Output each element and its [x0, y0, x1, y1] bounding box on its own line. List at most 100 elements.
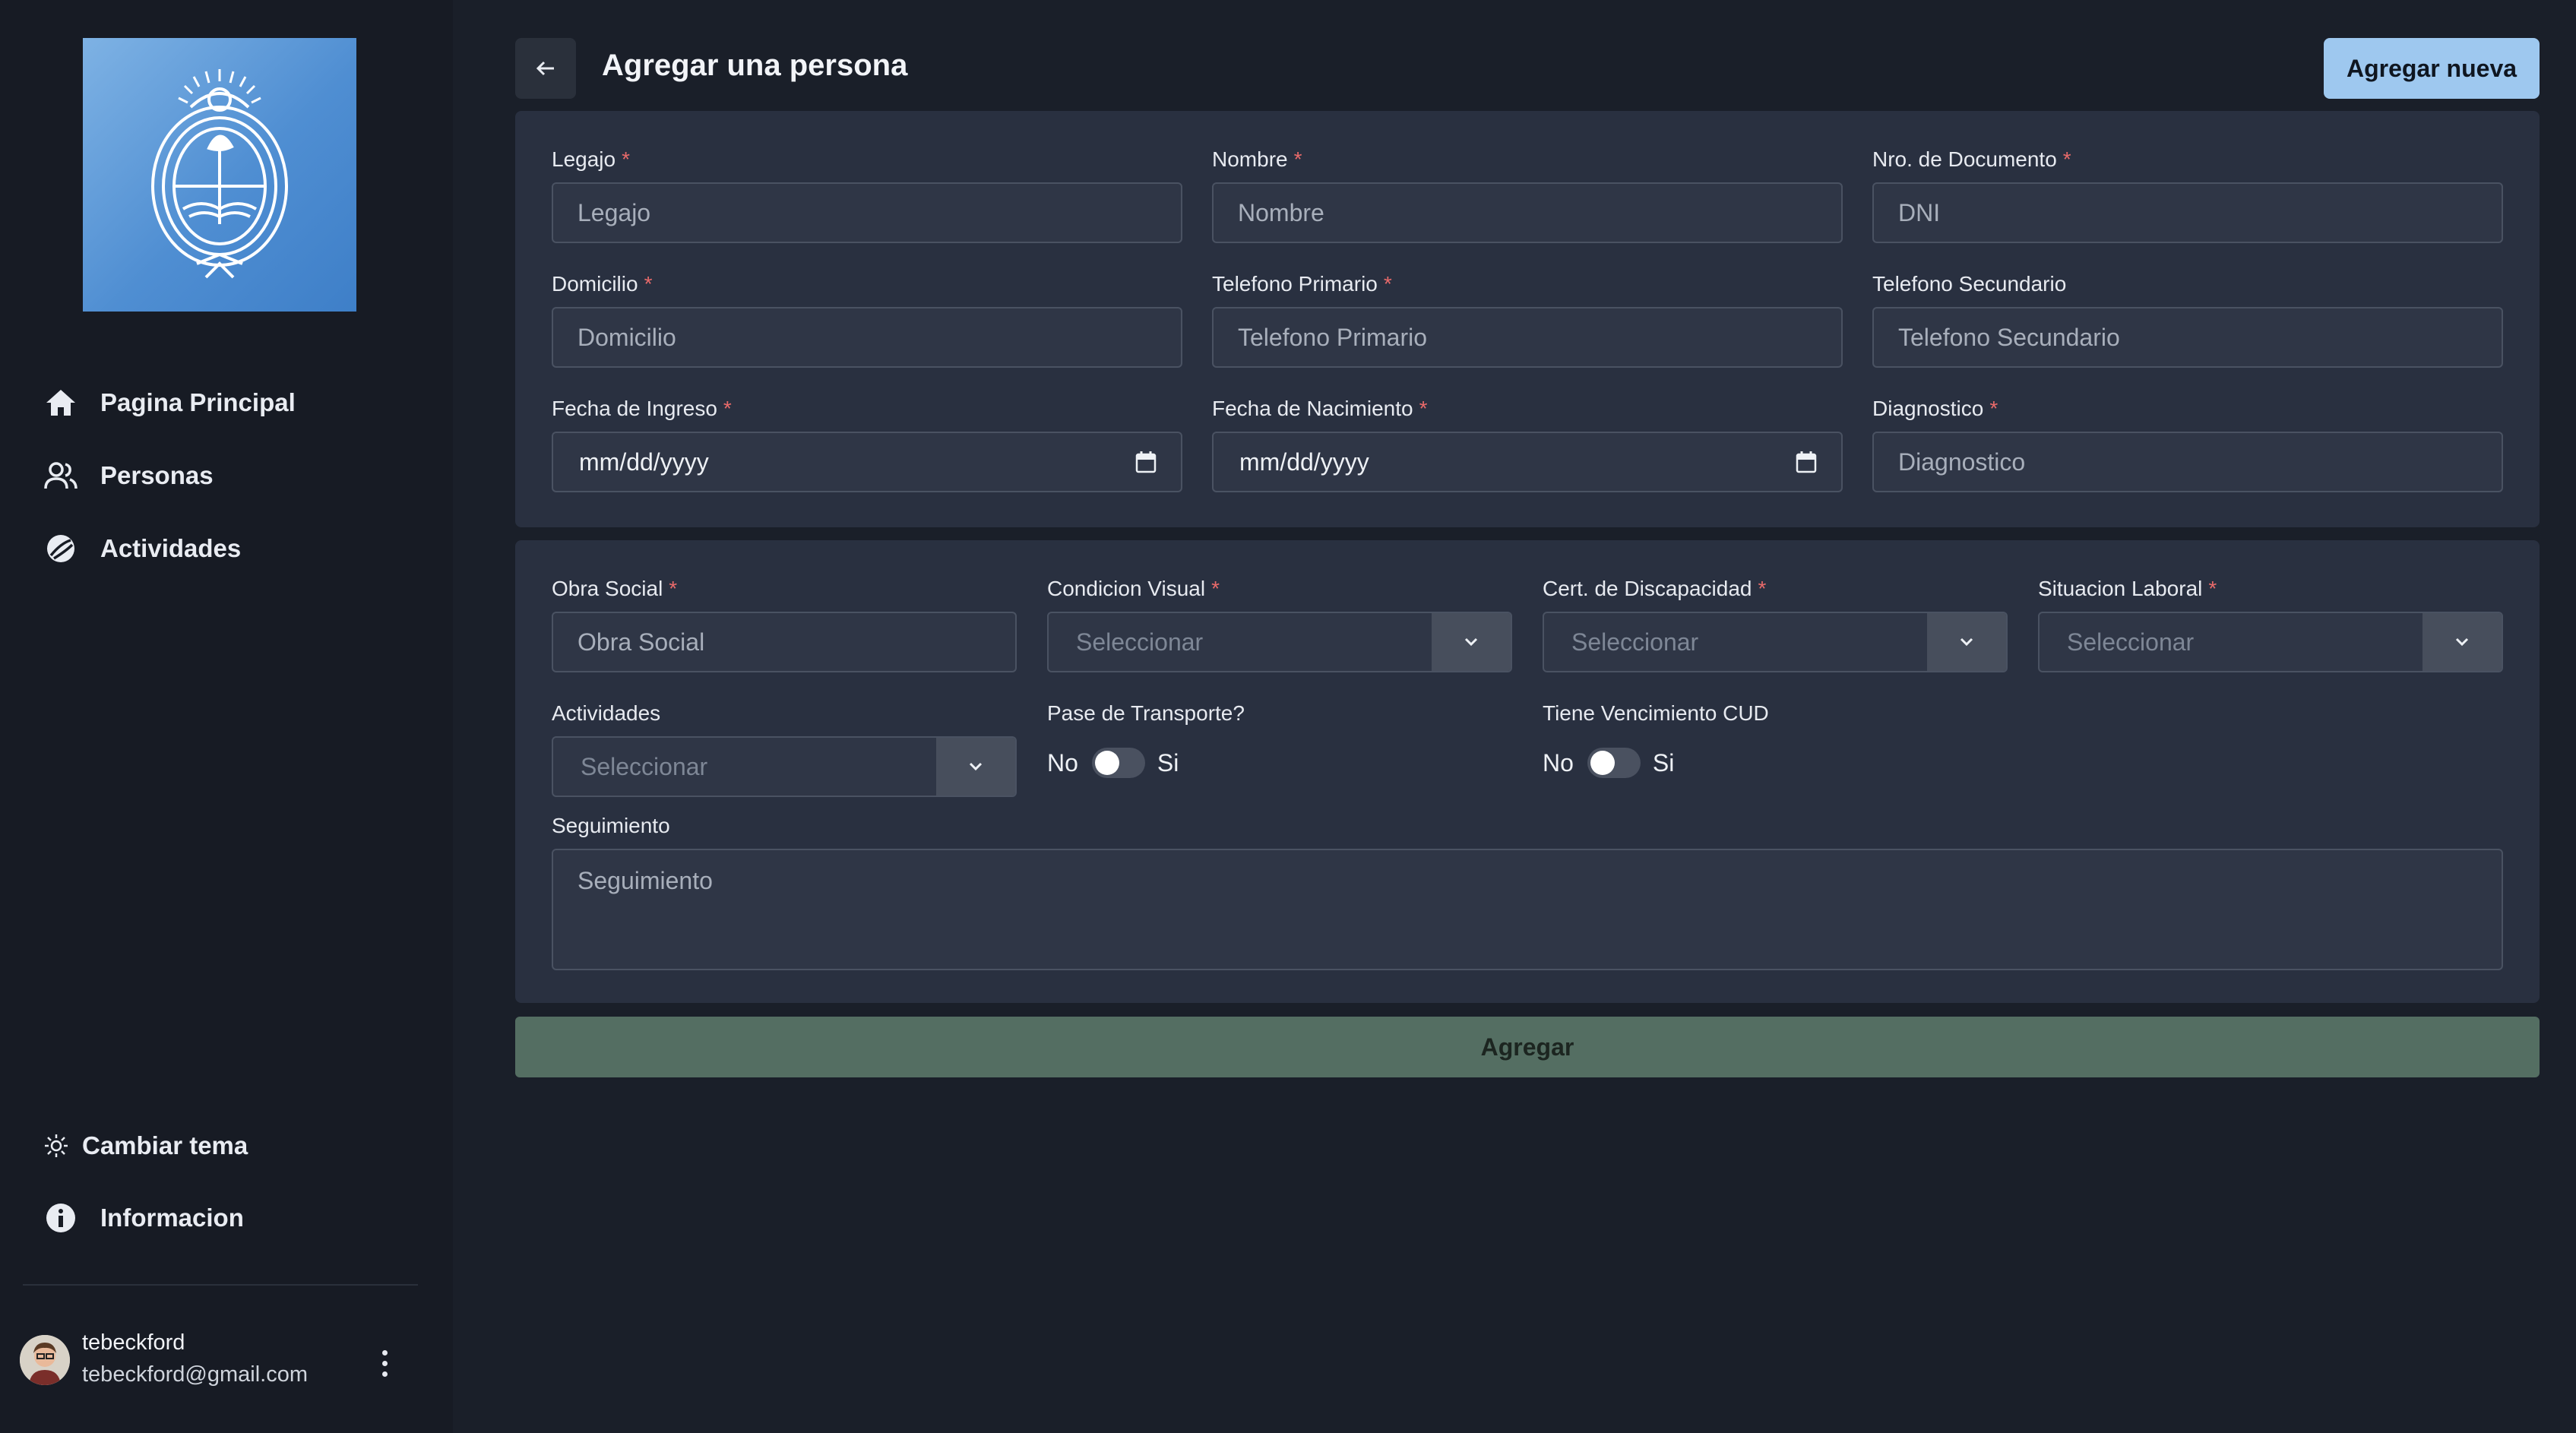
fecha-ingreso-field: Fecha de Ingreso * mm/dd/yyyy [552, 395, 1182, 492]
field-label: Obra Social * [552, 577, 678, 600]
seguimiento-textarea[interactable] [552, 849, 2503, 970]
nav-actividades[interactable]: Actividades [43, 526, 241, 571]
select-value: Seleccionar [2067, 628, 2195, 656]
user-name: tebeckford [82, 1330, 185, 1355]
avatar[interactable] [20, 1335, 70, 1385]
users-icon [43, 457, 79, 494]
user-profile: tebeckford tebeckford@gmail.com [20, 1326, 430, 1402]
additional-info-card: Obra Social* Condicion Visual* Seleccion… [515, 540, 2540, 1003]
nav-label: Informacion [100, 1204, 244, 1232]
situacion-laboral-select[interactable]: Seleccionar [2038, 612, 2503, 672]
telefono-primario-field: Telefono Primario * [1212, 270, 1843, 368]
field-label: Fecha de Ingreso * [552, 397, 732, 420]
cert-discapacidad-select[interactable]: Seleccionar [1543, 612, 2008, 672]
sidebar: Pagina Principal Personas Actividades Ca… [0, 0, 453, 1433]
sidebar-divider [23, 1284, 418, 1286]
page-title: Agregar una persona [602, 49, 908, 82]
home-icon [43, 384, 79, 421]
toggle-on-label: Si [1157, 748, 1179, 777]
more-options-icon[interactable] [369, 1344, 400, 1382]
sun-icon [43, 1128, 70, 1164]
cambiar-tema-button[interactable]: Cambiar tema [43, 1123, 248, 1169]
pase-transporte-field: Pase de Transporte? No Si [1047, 700, 1512, 782]
situacion-laboral-field: Situacion Laboral * Seleccionar [2038, 575, 2503, 672]
field-label: Diagnostico * [1872, 397, 1998, 420]
nav-label: Pagina Principal [100, 388, 296, 416]
date-value: mm/dd/yyyy [579, 448, 709, 476]
legajo-field: Legajo * [552, 146, 1182, 243]
chevron-down-icon[interactable] [1432, 613, 1511, 671]
vencimiento-cud-toggle[interactable] [1587, 748, 1641, 778]
calendar-icon[interactable] [1796, 451, 1817, 473]
arrow-left-icon [536, 61, 554, 76]
info-icon [43, 1200, 79, 1236]
vencimiento-cud-toggle-row: No Si [1543, 744, 2008, 782]
nav-label: Actividades [100, 534, 242, 562]
coat-of-arms-icon [151, 69, 288, 279]
field-label: Nro. de Documento * [1872, 147, 2071, 171]
condicion-visual-select[interactable]: Seleccionar [1047, 612, 1512, 672]
telefono-secundario-input[interactable] [1872, 307, 2503, 368]
toggle-off-label: No [1047, 748, 1078, 777]
coat-of-arms-logo[interactable] [83, 38, 356, 312]
field-label: Telefono Primario * [1212, 272, 1392, 296]
agregar-nueva-button[interactable]: Agregar nueva [2324, 38, 2540, 99]
vencimiento-cud-field: Tiene Vencimiento CUD No Si [1543, 700, 2008, 782]
seguimiento-field: Seguimiento [552, 812, 2503, 974]
diagnostico-input[interactable] [1872, 432, 2503, 492]
nombre-field: Nombre * [1212, 146, 1843, 243]
telefono-secundario-field: Telefono Secundario [1872, 270, 2503, 368]
nav-label: Personas [100, 461, 214, 489]
fecha-ingreso-input[interactable]: mm/dd/yyyy [552, 432, 1182, 492]
date-value: mm/dd/yyyy [1239, 448, 1369, 476]
nav-pagina-principal[interactable]: Pagina Principal [43, 380, 296, 425]
telefono-primario-input[interactable] [1212, 307, 1843, 368]
nav-label: Cambiar tema [82, 1131, 248, 1159]
diagnostico-field: Diagnostico * [1872, 395, 2503, 492]
chevron-down-icon[interactable] [936, 738, 1015, 796]
actividades-select[interactable]: Seleccionar [552, 736, 1017, 797]
fecha-nacimiento-input[interactable]: mm/dd/yyyy [1212, 432, 1843, 492]
field-label: Situacion Laboral * [2038, 577, 2217, 600]
toggle-on-label: Si [1652, 748, 1675, 777]
agregar-submit-button[interactable]: Agregar [515, 1017, 2540, 1077]
field-label: Tiene Vencimiento CUD [1543, 701, 1769, 725]
field-label: Legajo * [552, 147, 630, 171]
chevron-down-icon[interactable] [2423, 613, 2502, 671]
informacion-button[interactable]: Informacion [43, 1195, 244, 1241]
personal-info-card: Legajo* Nombre* Nro. de Documento* Domic… [515, 111, 2540, 527]
domicilio-field: Domicilio * [552, 270, 1182, 368]
condicion-visual-field: Condicion Visual * Seleccionar [1047, 575, 1512, 672]
back-button[interactable] [515, 38, 576, 99]
select-value: Seleccionar [581, 752, 708, 780]
field-label: Domicilio * [552, 272, 653, 296]
field-label: Fecha de Nacimiento * [1212, 397, 1428, 420]
field-label: Actividades [552, 701, 661, 725]
dni-input[interactable] [1872, 182, 2503, 243]
fecha-nacimiento-field: Fecha de Nacimiento * mm/dd/yyyy [1212, 395, 1843, 492]
pase-transporte-toggle-row: No Si [1047, 744, 1512, 782]
field-label: Condicion Visual * [1047, 577, 1220, 600]
nav-personas[interactable]: Personas [43, 453, 214, 498]
field-label: Nombre * [1212, 147, 1302, 171]
field-label: Seguimiento [552, 814, 670, 837]
actividades-field: Actividades Seleccionar [552, 700, 1017, 797]
field-label: Telefono Secundario [1872, 272, 2067, 296]
pase-transporte-toggle[interactable] [1091, 748, 1145, 778]
activities-icon [43, 530, 79, 567]
select-value: Seleccionar [1076, 628, 1204, 656]
select-value: Seleccionar [1571, 628, 1699, 656]
domicilio-input[interactable] [552, 307, 1182, 368]
user-email: tebeckford@gmail.com [82, 1362, 308, 1387]
calendar-icon[interactable] [1135, 451, 1157, 473]
field-label: Cert. de Discapacidad * [1543, 577, 1767, 600]
legajo-input[interactable] [552, 182, 1182, 243]
toggle-off-label: No [1543, 748, 1574, 777]
chevron-down-icon[interactable] [1927, 613, 2006, 671]
nombre-input[interactable] [1212, 182, 1843, 243]
field-label: Pase de Transporte? [1047, 701, 1245, 725]
documento-field: Nro. de Documento * [1872, 146, 2503, 243]
cert-discapacidad-field: Cert. de Discapacidad * Seleccionar [1543, 575, 2008, 672]
obra-social-input[interactable] [552, 612, 1017, 672]
obra-social-field: Obra Social * [552, 575, 1017, 672]
